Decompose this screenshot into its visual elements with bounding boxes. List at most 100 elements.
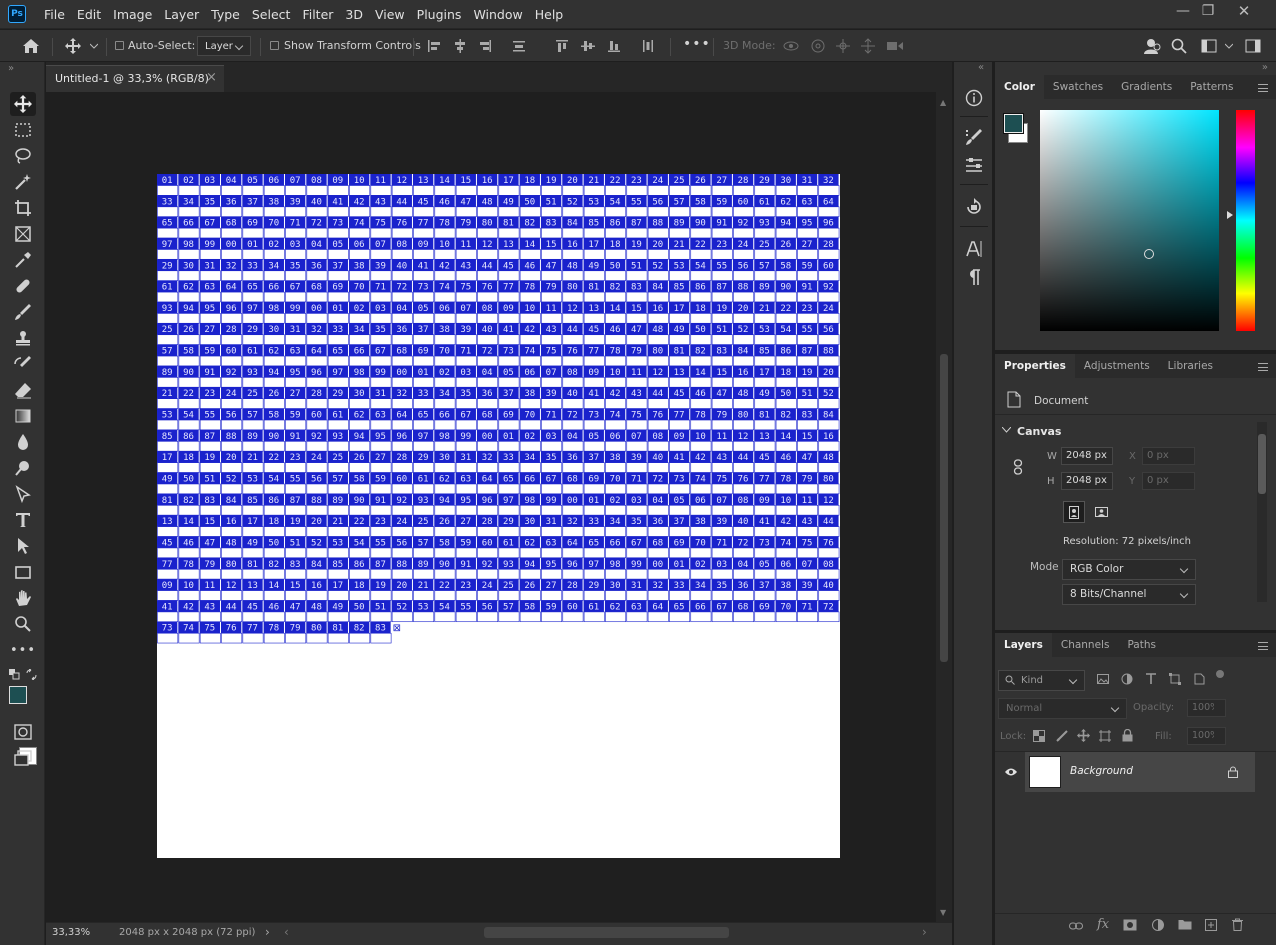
brush-settings-icon[interactable] — [963, 154, 985, 176]
scroll-left-icon[interactable]: ‹ — [284, 925, 289, 939]
share-user-icon[interactable] — [1142, 36, 1162, 56]
menu-edit[interactable]: Edit — [71, 0, 107, 29]
shape-layer-filter-icon[interactable] — [1169, 673, 1181, 685]
menu-3d[interactable]: 3D — [339, 0, 369, 29]
search-icon[interactable] — [1169, 36, 1189, 56]
pen-tool[interactable] — [10, 482, 36, 506]
marquee-tool[interactable] — [10, 118, 36, 142]
layers-panel-tab-paths[interactable]: Paths — [1118, 633, 1165, 657]
layer-row[interactable]: Background — [1025, 752, 1255, 792]
auto-select-checkbox[interactable] — [115, 41, 124, 50]
layer-style-fx-icon[interactable]: fx — [1097, 917, 1109, 932]
saturation-brightness-field[interactable] — [1040, 110, 1219, 331]
color-mode-dropdown[interactable]: RGB Color — [1062, 559, 1196, 580]
scroll-up-icon[interactable]: ▲ — [940, 98, 946, 107]
properties-panel-tab-libraries[interactable]: Libraries — [1159, 354, 1222, 378]
type-layer-filter-icon[interactable] — [1145, 673, 1157, 685]
align-center-icon[interactable] — [451, 37, 469, 55]
tab-close-icon[interactable]: × — [206, 70, 217, 85]
align-left-icon[interactable] — [425, 37, 443, 55]
new-adjustment-layer-icon[interactable] — [1152, 919, 1164, 931]
smart-object-filter-icon[interactable] — [1193, 673, 1205, 685]
layers-panel-menu-icon[interactable] — [1258, 642, 1268, 650]
align-middle-icon[interactable] — [579, 37, 597, 55]
menu-image[interactable]: Image — [107, 0, 158, 29]
status-menu-icon[interactable]: › — [265, 925, 270, 939]
lock-transparent-pixels-icon[interactable] — [1033, 730, 1045, 742]
gradient-tool[interactable] — [10, 404, 36, 428]
align-bottom-icon[interactable] — [605, 37, 623, 55]
new-group-folder-icon[interactable] — [1178, 919, 1192, 930]
landscape-orientation-button[interactable] — [1090, 501, 1112, 523]
move-tool-icon[interactable] — [62, 36, 84, 56]
history-brush-tool[interactable] — [10, 352, 36, 376]
align-right-icon[interactable] — [476, 37, 494, 55]
new-layer-icon[interactable] — [1205, 919, 1217, 931]
document-tab[interactable]: Untitled-1 @ 33,3% (RGB/8) × — [46, 65, 224, 92]
color-panel-menu-icon[interactable] — [1258, 84, 1268, 92]
horizontal-scroll-thumb[interactable] — [484, 927, 729, 938]
canvas-section-chevron-icon[interactable] — [1002, 427, 1011, 433]
magic-wand-tool[interactable] — [10, 170, 36, 194]
scroll-down-icon[interactable]: ▼ — [940, 908, 946, 917]
paragraph-icon[interactable] — [963, 266, 985, 288]
default-colors-icon[interactable] — [8, 668, 20, 680]
foreground-color-chip[interactable] — [1003, 113, 1024, 134]
home-icon[interactable] — [20, 36, 42, 56]
path-selection-tool[interactable] — [10, 534, 36, 558]
type-tool[interactable] — [10, 508, 36, 532]
vertical-scrollbar[interactable]: ▲ ▼ — [936, 92, 952, 922]
x-input[interactable]: 0 px — [1142, 447, 1195, 465]
lasso-tool[interactable] — [10, 144, 36, 168]
height-input[interactable]: 2048 px — [1061, 472, 1113, 490]
adjustment-layer-filter-icon[interactable] — [1121, 673, 1133, 685]
zoom-tool[interactable] — [10, 612, 36, 636]
collapse-toolbar-icon[interactable]: » — [8, 63, 14, 74]
workspace-icon[interactable] — [1198, 36, 1220, 56]
bit-depth-dropdown[interactable]: 8 Bits/Channel — [1062, 584, 1196, 605]
y-input[interactable]: 0 px — [1142, 472, 1195, 490]
move-tool[interactable] — [10, 92, 36, 116]
width-input[interactable]: 2048 px — [1061, 447, 1113, 465]
pixel-layer-filter-icon[interactable] — [1097, 673, 1109, 685]
properties-panel-tab-properties[interactable]: Properties — [995, 354, 1075, 378]
eraser-tool[interactable] — [10, 378, 36, 402]
layers-panel-tab-channels[interactable]: Channels — [1052, 633, 1119, 657]
menu-help[interactable]: Help — [529, 0, 570, 29]
properties-panel-tab-adjustments[interactable]: Adjustments — [1075, 354, 1159, 378]
blend-mode-dropdown[interactable]: Normal — [998, 698, 1127, 719]
brushes-icon[interactable] — [963, 126, 985, 148]
properties-panel-menu-icon[interactable] — [1258, 363, 1268, 371]
layers-panel-tab-layers[interactable]: Layers — [995, 633, 1052, 657]
link-layers-icon[interactable] — [1069, 921, 1083, 931]
opacity-slider-toggle[interactable] — [1214, 699, 1226, 717]
scroll-right-icon[interactable]: › — [922, 925, 927, 939]
hue-slider-handle[interactable] — [1227, 211, 1233, 219]
align-top-icon[interactable] — [553, 37, 571, 55]
dodge-tool[interactable] — [10, 456, 36, 480]
rectangle-tool[interactable] — [10, 560, 36, 584]
hand-tool[interactable] — [10, 586, 36, 610]
layer-lock-icon[interactable] — [1228, 766, 1238, 778]
color-picker-marker[interactable] — [1144, 249, 1154, 259]
chevron-down-icon[interactable] — [88, 40, 100, 52]
delete-layer-trash-icon[interactable] — [1232, 918, 1243, 931]
lock-position-icon[interactable] — [1077, 729, 1090, 742]
color-panel-tab-color[interactable]: Color — [995, 75, 1044, 99]
quick-mask-button[interactable] — [10, 720, 36, 744]
blur-tool[interactable] — [10, 430, 36, 454]
color-panel-tab-patterns[interactable]: Patterns — [1181, 75, 1242, 99]
distribute-vertical-icon[interactable] — [510, 37, 528, 55]
menu-type[interactable]: Type — [205, 0, 246, 29]
properties-scrollbar[interactable] — [1257, 422, 1267, 602]
edit-toolbar-button[interactable]: ••• — [10, 638, 36, 662]
clone-stamp-tool[interactable] — [10, 326, 36, 350]
canvas-workspace[interactable]: 01 02 03 04 05 06 07 08 09 10 11 12 13 14 15 16 17 18 19 20… — [46, 92, 936, 922]
eyedropper-tool[interactable] — [10, 248, 36, 272]
info-icon[interactable] — [963, 87, 985, 109]
lock-artboard-icon[interactable] — [1099, 730, 1111, 742]
lock-all-icon[interactable] — [1122, 729, 1133, 742]
menu-plugins[interactable]: Plugins — [411, 0, 468, 29]
properties-scroll-thumb[interactable] — [1258, 434, 1266, 494]
fill-slider-toggle[interactable] — [1214, 727, 1226, 745]
